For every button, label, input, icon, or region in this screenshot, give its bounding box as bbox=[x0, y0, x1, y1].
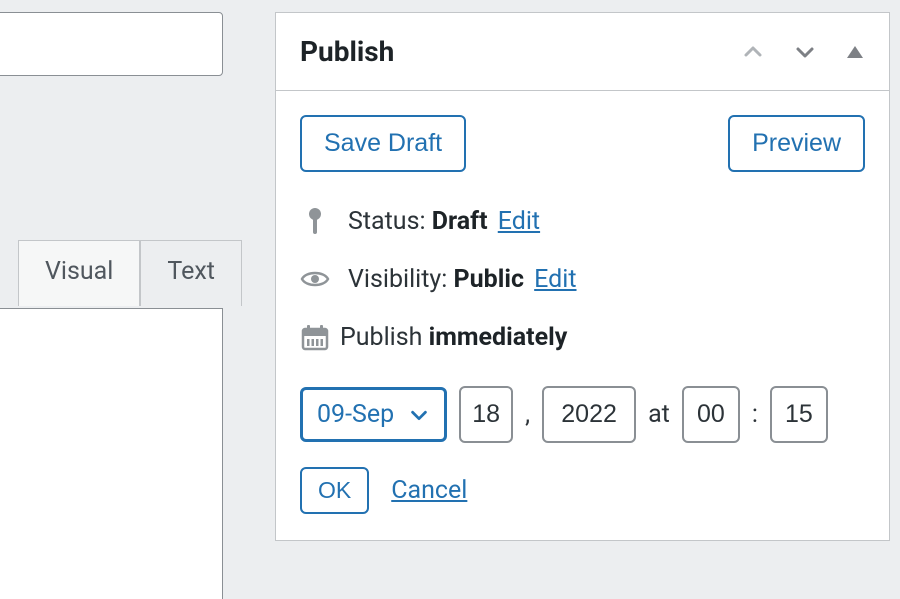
schedule-row: Publish immediately bbox=[300, 308, 865, 358]
status-row: Status: Draft Edit bbox=[300, 192, 865, 250]
preview-button[interactable]: Preview bbox=[728, 115, 865, 172]
day-input[interactable] bbox=[459, 386, 513, 443]
save-draft-button[interactable]: Save Draft bbox=[300, 115, 466, 172]
publish-metabox: Publish Save Draft Preview bbox=[275, 12, 890, 541]
tab-visual[interactable]: Visual bbox=[18, 240, 140, 306]
visibility-row: Visibility: Public Edit bbox=[300, 250, 865, 308]
eye-icon bbox=[300, 264, 330, 294]
hour-input[interactable] bbox=[682, 386, 740, 443]
ok-button[interactable]: OK bbox=[300, 467, 369, 514]
move-down-icon[interactable] bbox=[793, 40, 817, 64]
status-value: Draft bbox=[432, 207, 488, 236]
comma-separator: , bbox=[525, 400, 530, 429]
visibility-edit-link[interactable]: Edit bbox=[534, 265, 576, 294]
editor-tabs: Visual Text bbox=[18, 240, 242, 306]
month-select[interactable]: 09-Sep bbox=[300, 387, 447, 442]
schedule-value: immediately bbox=[429, 323, 568, 352]
editor-content-area[interactable] bbox=[0, 308, 223, 599]
schedule-controls: 09-Sep , at : bbox=[276, 380, 889, 461]
visibility-label: Visibility: bbox=[348, 265, 447, 294]
month-select-value: 09-Sep bbox=[317, 400, 394, 429]
cancel-link[interactable]: Cancel bbox=[391, 476, 467, 505]
year-input[interactable] bbox=[542, 386, 636, 443]
chevron-down-icon bbox=[408, 404, 430, 426]
at-label: at bbox=[648, 400, 670, 429]
publish-title: Publish bbox=[300, 35, 741, 68]
status-edit-link[interactable]: Edit bbox=[498, 207, 540, 236]
colon-separator: : bbox=[752, 400, 758, 429]
publish-header: Publish bbox=[276, 13, 889, 91]
collapse-toggle-icon[interactable] bbox=[845, 42, 865, 62]
post-title-input[interactable] bbox=[0, 12, 223, 76]
schedule-label: Publish bbox=[340, 323, 422, 352]
calendar-icon bbox=[300, 322, 330, 352]
tab-text[interactable]: Text bbox=[140, 240, 242, 306]
status-label: Status: bbox=[348, 207, 426, 236]
pin-icon bbox=[300, 206, 330, 236]
visibility-value: Public bbox=[454, 265, 524, 294]
move-up-icon[interactable] bbox=[741, 40, 765, 64]
metabox-header-controls bbox=[741, 40, 865, 64]
minute-input[interactable] bbox=[770, 386, 828, 443]
